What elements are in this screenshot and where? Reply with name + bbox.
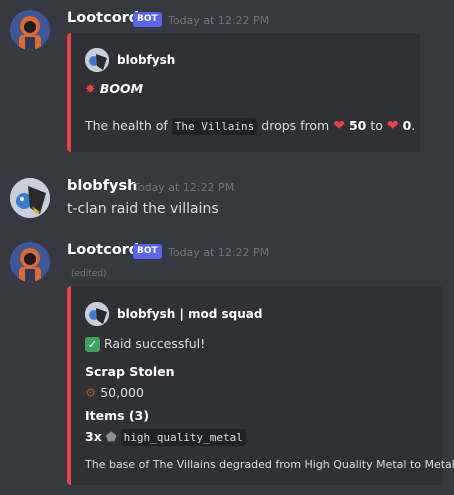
blobfysh-icon bbox=[85, 302, 109, 326]
scrap-icon: ⚙ bbox=[85, 385, 97, 400]
edited-label: (edited) bbox=[71, 269, 107, 279]
username[interactable]: Lootcord bbox=[67, 10, 139, 26]
embed-author-name: blobfysh | mod squad bbox=[117, 307, 263, 321]
timestamp: Today at 12:22 PM bbox=[133, 181, 235, 194]
blobfysh-avatar-small bbox=[85, 48, 109, 72]
scrap-title: Scrap Stolen bbox=[85, 364, 175, 379]
heart-icon: ❤ bbox=[333, 118, 345, 134]
embed-author[interactable]: blobfysh | mod squad bbox=[85, 302, 262, 326]
heart-icon: ❤ bbox=[386, 118, 399, 134]
timestamp: Today at 12:22 PM bbox=[168, 246, 270, 259]
raid-status: ✓ Raid successful! bbox=[85, 336, 205, 352]
item-row: 3x ⬟ high_quality_metal bbox=[85, 429, 246, 446]
hooded-figure-icon bbox=[10, 242, 50, 282]
collision-icon: ✸ bbox=[85, 81, 96, 96]
embed-boom: blobfysh ✸ BOOM The health of The Villai… bbox=[67, 33, 420, 152]
scrap-value: ⚙ 50,000 bbox=[85, 385, 144, 400]
embed-author-name: blobfysh bbox=[117, 53, 176, 67]
metal-icon: ⬟ bbox=[105, 429, 117, 444]
embed-title: ✸ BOOM bbox=[85, 81, 144, 96]
message-blobfysh: blobfysh Today at 12:22 PM t-clan raid t… bbox=[0, 170, 454, 230]
check-mark-icon: ✓ bbox=[85, 337, 100, 352]
blobfysh-icon bbox=[85, 48, 109, 72]
blobfysh-avatar-small bbox=[85, 302, 109, 326]
embed-footer-text: The base of The Villains degraded from H… bbox=[85, 458, 454, 471]
username[interactable]: Lootcord bbox=[67, 242, 139, 258]
blobfysh-avatar[interactable] bbox=[10, 178, 50, 218]
health-line: The health of The Villains drops from ❤ … bbox=[85, 118, 416, 135]
bot-tag: BOT bbox=[133, 12, 162, 27]
items-title: Items (3) bbox=[85, 408, 150, 423]
clan-code: The Villains bbox=[171, 118, 258, 135]
lootcord-avatar[interactable] bbox=[10, 10, 50, 50]
embed-author[interactable]: blobfysh bbox=[85, 48, 175, 72]
hooded-figure-icon bbox=[10, 10, 50, 50]
embed-raid: blobfysh | mod squad ✓ Raid successful! … bbox=[67, 286, 454, 485]
message-lootcord-1: Lootcord BOT Today at 12:22 PM blobfysh … bbox=[0, 0, 454, 160]
lootcord-avatar[interactable] bbox=[10, 242, 50, 282]
bot-tag: BOT bbox=[133, 244, 162, 259]
item-name-code: high_quality_metal bbox=[120, 429, 246, 446]
timestamp: Today at 12:22 PM bbox=[168, 14, 270, 27]
blobfysh-icon bbox=[10, 178, 50, 218]
message-lootcord-2: Lootcord BOT Today at 12:22 PM (edited) … bbox=[0, 232, 454, 495]
message-text: t-clan raid the villains bbox=[67, 201, 219, 217]
username[interactable]: blobfysh bbox=[67, 178, 137, 194]
